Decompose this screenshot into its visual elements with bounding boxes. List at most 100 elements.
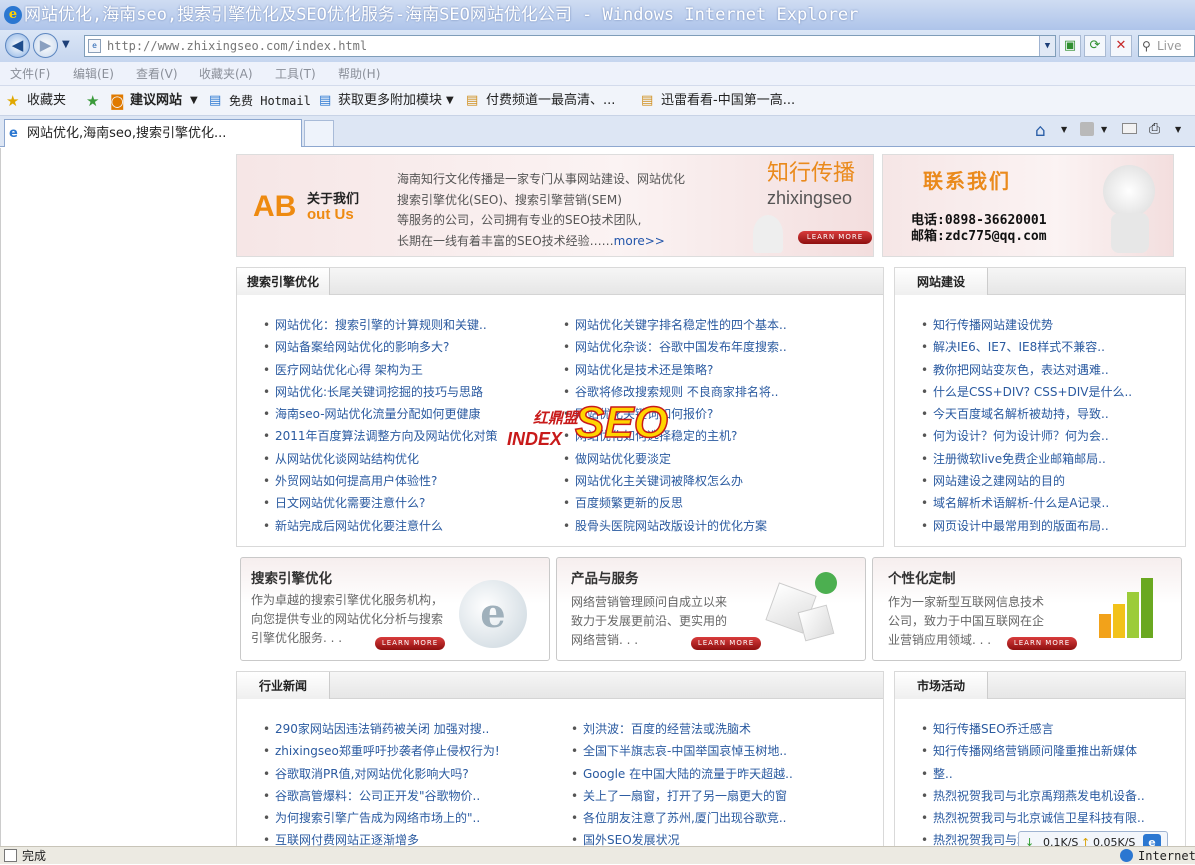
list-item[interactable]: 注册微软live免费企业邮箱邮局.. bbox=[919, 448, 1164, 470]
list-item[interactable]: 网站优化:长尾关键词挖掘的技巧与思路 bbox=[261, 381, 523, 403]
home-dropdown-icon[interactable]: ▼ bbox=[1061, 125, 1067, 134]
menu-edit[interactable]: 编辑(E) bbox=[73, 62, 114, 86]
home-icon[interactable]: ⌂ bbox=[1035, 121, 1046, 141]
list-item[interactable]: 谷歌高管爆料：公司正开发"谷歌物价.. bbox=[261, 785, 523, 807]
list-item[interactable]: 今天百度域名解析被劫持，导致.. bbox=[919, 403, 1164, 425]
figure-body-icon bbox=[1111, 213, 1149, 253]
list-item[interactable]: 知行传播SEO乔迁感言 bbox=[919, 718, 1164, 740]
list-item[interactable]: 网站优化杂谈：谷歌中国发布年度搜索.. bbox=[561, 336, 861, 358]
list-item[interactable]: 全国下半旗志哀-中国举国哀悼玉树地.. bbox=[569, 740, 869, 762]
list-item[interactable]: 从网站优化谈网站结构优化 bbox=[261, 448, 523, 470]
internet-zone-icon bbox=[1120, 849, 1133, 862]
card-products: 产品与服务 网络营销管理顾问自成立以来 致力于发展更前沿、更实用的 网络营销. . … bbox=[556, 557, 866, 661]
list-item-continued[interactable]: 整.. bbox=[919, 763, 1164, 785]
addons-icon: ▤ bbox=[319, 93, 332, 108]
menu-favorites[interactable]: 收藏夹(A) bbox=[199, 62, 253, 86]
favorites-button[interactable]: 收藏夹 bbox=[27, 86, 66, 116]
list-item[interactable]: 股骨头医院网站改版设计的优化方案 bbox=[561, 515, 861, 537]
list-item[interactable]: 2011年百度算法调整方向及网站优化对策 bbox=[261, 425, 523, 447]
feeds-icon[interactable] bbox=[1080, 122, 1094, 136]
search-icon: ⚲ bbox=[1142, 39, 1151, 53]
list-item[interactable]: 外贸网站如何提高用户体验性? bbox=[261, 470, 523, 492]
fav-addons[interactable]: 获取更多附加模块 bbox=[338, 86, 442, 116]
about-more-link[interactable]: more>> bbox=[614, 234, 665, 248]
list-item[interactable]: 各位朋友注意了苏州,厦门出现谷歌竞.. bbox=[569, 807, 869, 829]
list-item[interactable]: 关上了一扇窗，打开了另一扇更大的窗 bbox=[569, 785, 869, 807]
address-dropdown-icon[interactable]: ▼ bbox=[1039, 36, 1055, 56]
list-item[interactable]: 知行传播网站建设优势 bbox=[919, 314, 1164, 336]
list-item[interactable]: Google 在中国大陆的流量于昨天超越.. bbox=[569, 763, 869, 785]
list-item[interactable]: 网页设计中最常用到的版面布局.. bbox=[919, 515, 1164, 537]
favorites-star-icon: ★ bbox=[6, 92, 20, 110]
card-learn-more-button[interactable]: LEARN MORE bbox=[1007, 637, 1077, 650]
favorites-bar: ★ 收藏夹 ★ ◙ 建议网站 ▼ ▤ 免费 Hotmail ▤ 获取更多附加模块… bbox=[0, 86, 1195, 116]
print-icon[interactable]: ⎙ bbox=[1149, 121, 1160, 137]
address-url: http://www.zhixingseo.com/index.html bbox=[107, 39, 368, 53]
list-item[interactable]: 医疗网站优化心得 架构为王 bbox=[261, 359, 523, 381]
ie-logo-graphic-icon: e bbox=[459, 580, 527, 648]
market-panel-title: 市场活动 bbox=[895, 672, 989, 699]
print-dropdown-icon[interactable]: ▼ bbox=[1175, 125, 1181, 134]
menu-file[interactable]: 文件(F) bbox=[10, 62, 50, 86]
list-item[interactable]: 何为设计？何为设计师？何为会.. bbox=[919, 425, 1164, 447]
new-tab-button[interactable] bbox=[304, 120, 334, 146]
bar-graphic-icon bbox=[1141, 578, 1153, 638]
list-item[interactable]: 热烈祝贺我司与北京诚信卫星科技有限.. bbox=[919, 807, 1164, 829]
accelerator-icon[interactable]: e bbox=[1143, 834, 1161, 846]
menu-help[interactable]: 帮助(H) bbox=[338, 62, 380, 86]
list-item[interactable]: 互联网付费网站正逐渐增多 bbox=[261, 829, 523, 846]
addons-dropdown-icon[interactable]: ▼ bbox=[446, 86, 454, 116]
list-item[interactable]: 百度频繁更新的反思 bbox=[561, 492, 861, 514]
list-item[interactable]: 网站优化是技术还是策略? bbox=[561, 359, 861, 381]
search-input[interactable]: ⚲ Live bbox=[1138, 35, 1195, 57]
fav-paid-channel[interactable]: 付费频道一最高清、... bbox=[486, 86, 615, 116]
list-item[interactable]: 网站优化关键字排名稳定性的四个基本.. bbox=[561, 314, 861, 336]
forward-button[interactable]: ▶ bbox=[33, 33, 58, 58]
list-item[interactable]: 解决IE6、IE7、IE8样式不兼容.. bbox=[919, 336, 1164, 358]
list-item[interactable]: 290家网站因违法销药被关闭 加强对搜.. bbox=[261, 718, 523, 740]
list-item[interactable]: 为何搜索引擎广告成为网络市场上的".. bbox=[261, 807, 523, 829]
menu-view[interactable]: 查看(V) bbox=[136, 62, 178, 86]
list-item[interactable]: 新站完成后网站优化要注意什么 bbox=[261, 515, 523, 537]
back-button[interactable]: ◀ bbox=[5, 33, 30, 58]
address-bar[interactable]: e http://www.zhixingseo.com/index.html ▼ bbox=[84, 35, 1056, 57]
window-title: 网站优化,海南seo,搜索引擎优化及SEO优化服务-海南SEO网站优化公司 - … bbox=[24, 5, 859, 25]
read-mail-icon[interactable] bbox=[1122, 123, 1137, 134]
list-item[interactable]: 网站建设之建网站的目的 bbox=[919, 470, 1164, 492]
seo-panel-title: 搜索引擎优化 bbox=[237, 268, 331, 295]
add-favorite-icon[interactable]: ★ bbox=[86, 86, 99, 116]
compatibility-view-icon[interactable]: ▣ bbox=[1059, 35, 1081, 57]
fav-suggested-sites[interactable]: 建议网站 bbox=[130, 86, 182, 116]
list-item[interactable]: 刘洪波：百度的经营法或洗脑术 bbox=[569, 718, 869, 740]
list-item[interactable]: 知行传播网络营销顾问隆重推出新媒体 bbox=[919, 740, 1164, 762]
list-item[interactable]: 国外SEO发展状况 bbox=[569, 829, 869, 846]
list-item[interactable]: 热烈祝贺我司与北京禹翔燕发电机设备.. bbox=[919, 785, 1164, 807]
about-learn-more-button[interactable]: LEARN MORE bbox=[798, 231, 872, 244]
fav-hotmail[interactable]: 免费 Hotmail bbox=[229, 86, 311, 116]
suggested-dropdown-icon[interactable]: ▼ bbox=[190, 86, 198, 116]
history-dropdown-icon[interactable]: ▼ bbox=[62, 39, 70, 50]
fav-xunlei[interactable]: 迅雷看看-中国第一高... bbox=[661, 86, 795, 116]
card-learn-more-button[interactable]: LEARN MORE bbox=[691, 637, 761, 650]
list-item[interactable]: 教你把网站变灰色，表达对遇难.. bbox=[919, 359, 1164, 381]
menu-bar: 文件(F) 编辑(E) 查看(V) 收藏夹(A) 工具(T) 帮助(H) bbox=[0, 62, 1195, 86]
tab-active[interactable]: e 网站优化,海南seo,搜索引擎优化... bbox=[4, 119, 302, 147]
card-seo: 搜索引擎优化 作为卓越的搜索引擎优化服务机构， 向您提供专业的网站优化分析与搜索引… bbox=[240, 557, 550, 661]
list-item[interactable]: 网站优化：搜索引擎的计算规则和关键.. bbox=[261, 314, 523, 336]
list-item[interactable]: 网站备案给网站优化的影响多大? bbox=[261, 336, 523, 358]
list-item[interactable]: 网站优化主关键词被降权怎么办 bbox=[561, 470, 861, 492]
menu-tools[interactable]: 工具(T) bbox=[275, 62, 316, 86]
card-learn-more-button[interactable]: LEARN MORE bbox=[375, 637, 445, 650]
list-item[interactable]: 谷歌取消PR值,对网站优化影响大吗? bbox=[261, 763, 523, 785]
list-item[interactable]: 什么是CSS+DIV? CSS+DIV是什么.. bbox=[919, 381, 1164, 403]
list-item[interactable]: 域名解析术语解析-什么是A记录.. bbox=[919, 492, 1164, 514]
list-item[interactable]: 海南seo-网站优化流量分配如何更健康 bbox=[261, 403, 523, 425]
feeds-dropdown-icon[interactable]: ▼ bbox=[1101, 125, 1107, 134]
list-item[interactable]: 日文网站优化需要注意什么? bbox=[261, 492, 523, 514]
list-item[interactable]: zhixingseo郑重呼吁抄袭者停止侵权行为! bbox=[261, 740, 523, 762]
market-list: 知行传播SEO乔迁感言 知行传播网络营销顾问隆重推出新媒体 整.. 热烈祝贺我司… bbox=[919, 718, 1164, 846]
list-item[interactable]: 做网站优化要淡定 bbox=[561, 448, 861, 470]
web-list: 知行传播网站建设优势 解决IE6、IE7、IE8样式不兼容.. 教你把网站变灰色… bbox=[919, 314, 1164, 537]
stop-icon[interactable]: ✕ bbox=[1110, 35, 1132, 57]
refresh-icon[interactable]: ⟳ bbox=[1084, 35, 1106, 57]
